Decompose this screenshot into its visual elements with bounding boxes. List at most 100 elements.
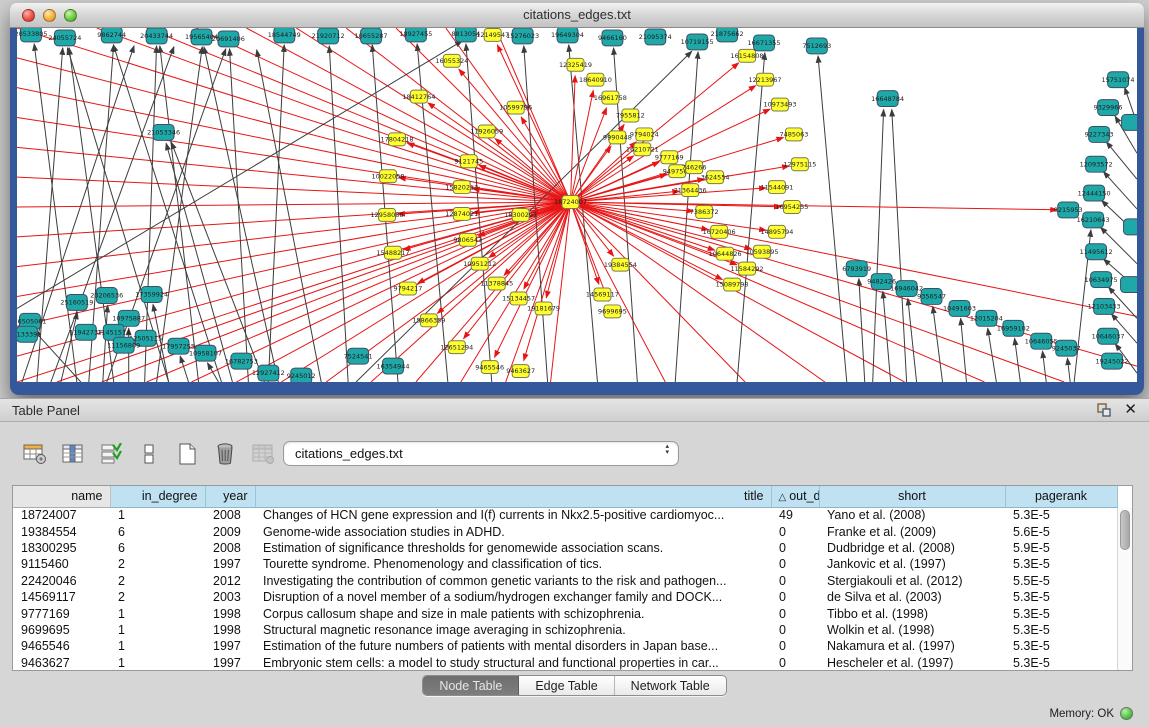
graph-node[interactable]: 8813054 — [451, 28, 480, 42]
tab-edge-table[interactable]: Edge Table — [519, 676, 614, 695]
graph-node[interactable]: 10599796 — [499, 101, 532, 114]
graph-node[interactable]: 9465546 — [475, 361, 504, 374]
graph-node[interactable]: 11584292 — [731, 262, 764, 275]
table-row[interactable]: 1830029562008Estimation of significance … — [13, 540, 1117, 556]
graph-node[interactable]: 12958088 — [371, 208, 404, 221]
new-column-icon[interactable] — [174, 441, 200, 467]
graph-node[interactable]: 10644826 — [709, 247, 742, 260]
graph-node[interactable]: 12325419 — [559, 58, 592, 71]
graph-node[interactable]: 18412764 — [402, 90, 435, 103]
graph-node[interactable]: 7485063 — [779, 128, 808, 141]
graph-node[interactable]: 9806543 — [453, 233, 482, 246]
column-header-year[interactable]: year — [205, 486, 255, 507]
graph-node[interactable]: 14569117 — [586, 288, 619, 301]
window-titlebar[interactable]: citations_edges.txt — [10, 3, 1144, 28]
graph-node[interactable]: 10593895 — [746, 245, 779, 258]
table-row[interactable]: 1456911722003Disruption of a novel membe… — [13, 589, 1117, 605]
graph-node[interactable]: 18640910 — [579, 73, 612, 86]
memory-status-indicator[interactable] — [1120, 707, 1133, 720]
column-header-in-degree[interactable]: in_degree — [110, 486, 205, 507]
graph-node[interactable]: 10973493 — [763, 98, 796, 111]
graph-node[interactable]: 12213967 — [749, 73, 782, 86]
graph-node[interactable]: 7955812 — [616, 109, 645, 122]
graph-node[interactable]: 16648784 — [871, 91, 904, 107]
table-mode-icon[interactable] — [22, 441, 48, 467]
graph-node[interactable]: 16782753 — [225, 353, 258, 369]
row-height-icon[interactable] — [136, 441, 162, 467]
graph-node[interactable] — [1121, 277, 1137, 293]
graph-node[interactable]: 24055724 — [48, 30, 81, 46]
graph-node[interactable]: 9862744 — [97, 28, 126, 43]
graph-node[interactable]: 9794024 — [630, 128, 659, 141]
table-row[interactable]: 1938455462009Genome-wide association stu… — [13, 523, 1117, 539]
graph-node[interactable]: 21875662 — [711, 28, 744, 42]
table-row[interactable]: 2242004622012Investigating the contribut… — [13, 573, 1117, 589]
graph-node[interactable]: 9227343 — [1085, 126, 1114, 142]
column-checklist-icon[interactable] — [98, 441, 124, 467]
table-select-dropdown[interactable]: citations_edges.txt ▴▾ — [283, 441, 679, 466]
column-header-name[interactable]: name — [13, 486, 110, 507]
graph-node[interactable]: 16210643 — [1077, 212, 1110, 228]
graph-node[interactable]: 15276023 — [506, 28, 539, 44]
close-panel-icon[interactable]: ✕ — [1124, 402, 1137, 418]
graph-node[interactable]: 9245037 — [1052, 340, 1081, 356]
tab-network-table[interactable]: Network Table — [615, 676, 726, 695]
table-scrollbar[interactable] — [1117, 508, 1132, 670]
network-canvas[interactable]: 1872400712149547160553241841276417804218… — [17, 28, 1137, 382]
graph-node[interactable]: 10646037 — [1092, 328, 1125, 344]
graph-node[interactable]: 18544749 — [268, 28, 301, 43]
graph-node[interactable]: 12149547 — [476, 28, 509, 41]
graph-node[interactable]: 21920712 — [312, 28, 345, 44]
column-header-title[interactable]: title — [255, 486, 771, 507]
graph-node[interactable]: 9245012 — [287, 368, 316, 382]
graph-node[interactable] — [1122, 115, 1137, 131]
graph-node[interactable]: 10022058 — [372, 170, 405, 183]
graph-node[interactable]: 11495612 — [1080, 244, 1113, 260]
column-header-short[interactable]: short — [819, 486, 1005, 507]
graph-node[interactable]: 9329966 — [1094, 100, 1123, 116]
graph-node[interactable]: 14895794 — [760, 225, 793, 238]
graph-node[interactable]: 15134457 — [502, 292, 535, 305]
column-header-pagerank[interactable]: pagerank — [1005, 486, 1117, 507]
delete-column-icon[interactable] — [212, 441, 238, 467]
graph-node[interactable]: 7524541 — [344, 348, 373, 364]
table-row[interactable]: 1872400712008Changes of HCN gene express… — [13, 507, 1117, 523]
graph-node[interactable]: 25160519 — [60, 294, 93, 310]
graph-node[interactable]: 6793919 — [842, 261, 871, 277]
graph-node[interactable]: 19649304 — [551, 28, 584, 43]
graph-node[interactable]: 21095374 — [639, 29, 672, 45]
graph-node[interactable]: 15866359 — [412, 314, 445, 327]
graph-node[interactable]: 15488217 — [376, 246, 409, 259]
table-row[interactable]: 911546021997Tourette syndrome. Phenomeno… — [13, 556, 1117, 572]
graph-node[interactable]: 7512693 — [802, 38, 831, 54]
graph-node[interactable]: 12927412 — [252, 365, 285, 381]
graph-node[interactable]: 3624554 — [701, 171, 730, 184]
table-row[interactable]: 946362711997Embryonic stem cells: a mode… — [13, 655, 1117, 671]
graph-node[interactable]: 16961758 — [594, 91, 627, 104]
graph-node[interactable]: 20433744 — [140, 28, 173, 44]
graph-node[interactable]: 19384554 — [604, 258, 637, 271]
graph-node[interactable]: 12975115 — [783, 158, 816, 171]
show-column-icon[interactable] — [60, 441, 86, 467]
graph-node[interactable]: 16055324 — [435, 54, 468, 67]
graph-node[interactable]: 16354944 — [376, 358, 409, 374]
graph-node[interactable]: 12444150 — [1078, 185, 1111, 201]
graph-node[interactable]: 9466160 — [598, 30, 627, 46]
graph-node[interactable]: 10719155 — [681, 34, 714, 50]
table-scrollbar-thumb[interactable] — [1120, 510, 1130, 550]
graph-node[interactable]: 16671355 — [748, 35, 781, 51]
graph-node[interactable]: 12093572 — [1080, 156, 1113, 172]
graph-node[interactable]: 15089798 — [716, 278, 749, 291]
graph-node[interactable]: 11378845 — [480, 277, 513, 290]
table-row[interactable]: 977716911998Corpus callosum shape and si… — [13, 605, 1117, 621]
graph-node[interactable]: 20533805 — [17, 28, 47, 42]
graph-node[interactable]: 19181679 — [527, 302, 560, 315]
table-row[interactable]: 969969511998Structural magnetic resonanc… — [13, 622, 1117, 638]
graph-node[interactable]: 9699695 — [598, 305, 627, 318]
tab-node-table[interactable]: Node Table — [423, 676, 519, 695]
graph-node[interactable]: 9463627 — [506, 365, 535, 378]
graph-node[interactable]: 11544091 — [760, 181, 793, 194]
column-header-out-de-[interactable]: △out_de... — [771, 486, 819, 507]
graph-node[interactable]: 15820213 — [445, 181, 478, 194]
graph-node[interactable]: 9356547 — [917, 289, 946, 305]
